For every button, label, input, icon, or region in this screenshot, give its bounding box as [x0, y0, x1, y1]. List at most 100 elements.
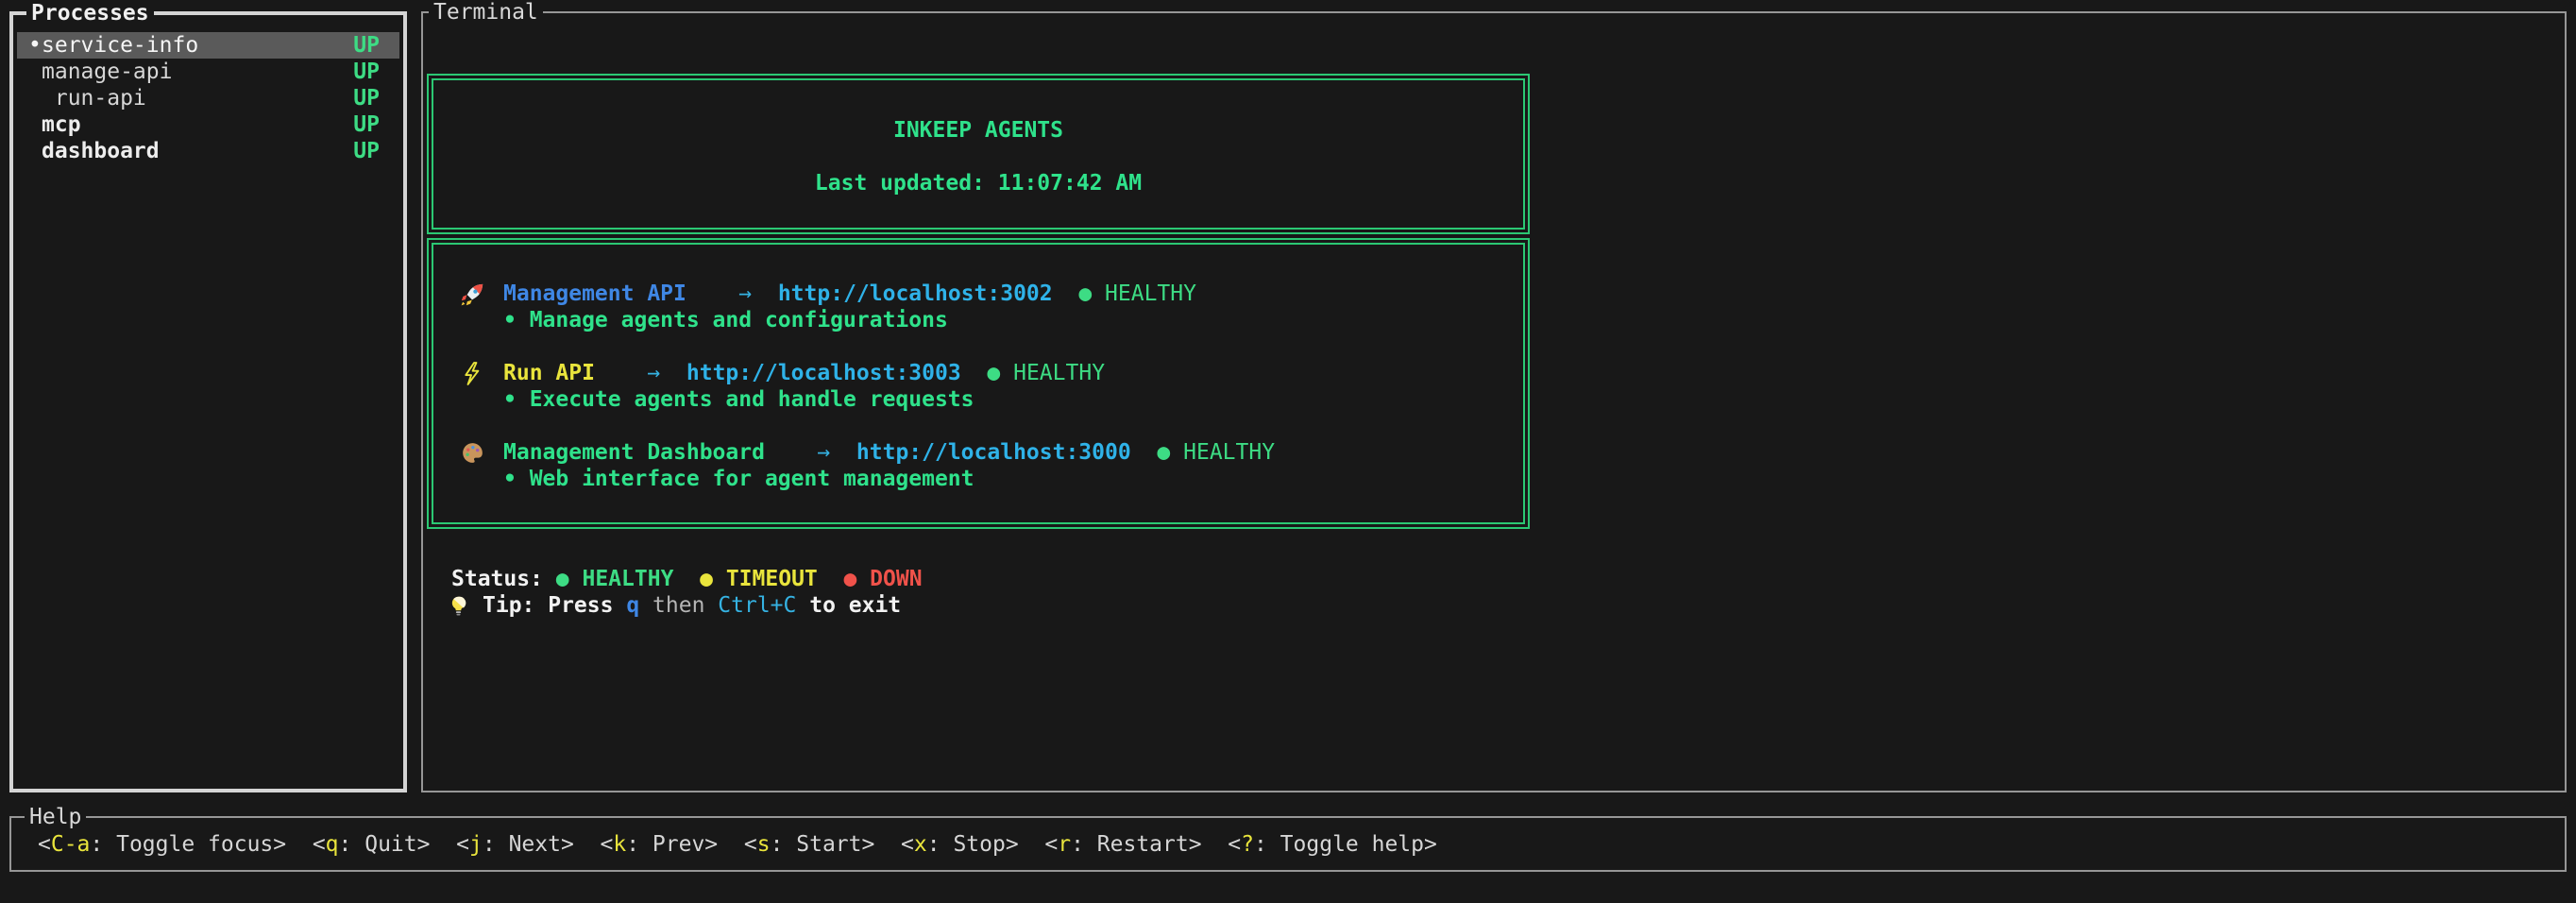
legend-status-label: TIMEOUT — [726, 567, 818, 591]
bracket: < — [38, 832, 51, 857]
process-name: run-api — [42, 85, 353, 111]
help-key-description: : Toggle help> — [1254, 832, 1437, 857]
spacer-line — [433, 413, 1523, 439]
help-key: s — [757, 832, 771, 857]
help-key: C-a — [51, 832, 91, 857]
bracket: < — [718, 832, 757, 857]
help-key: x — [914, 832, 927, 857]
bracket: < — [874, 832, 914, 857]
arrow-icon: → — [738, 281, 752, 307]
help-keybinding: <j: Next> — [430, 831, 573, 858]
processes-panel-title: Processes — [26, 0, 154, 26]
process-selected-marker — [28, 59, 42, 85]
service-health-status: HEALTHY — [1183, 439, 1275, 466]
legend-dot-icon: ● — [843, 567, 870, 591]
tip-line: Tip: Press q then Ctrl+C to exit — [448, 592, 901, 619]
status-legend-label: Status: — [451, 567, 556, 591]
service-description: • Manage agents and configurations — [433, 307, 1523, 333]
process-row[interactable]: run-apiUP — [13, 85, 403, 111]
help-keybinding: <k: Prev> — [574, 831, 718, 858]
spacer — [1131, 439, 1158, 466]
tip-text-segment: q — [626, 592, 639, 619]
legend-status-label: HEALTHY — [582, 567, 673, 591]
process-status-badge: UP — [353, 32, 380, 59]
spacer — [765, 439, 817, 466]
process-selected-marker — [28, 85, 42, 111]
help-key: q — [326, 832, 339, 857]
bracket: < — [1202, 832, 1242, 857]
tip-text-segment: then — [639, 592, 718, 619]
process-row[interactable]: dashboardUP — [13, 138, 403, 164]
help-key: k — [613, 832, 626, 857]
service-line: Run API → http://localhost:3003 ● HEALTH… — [433, 360, 1523, 386]
process-status-badge: UP — [353, 59, 380, 85]
rocket-icon — [460, 281, 488, 307]
tip-text-segment: Ctrl+C — [718, 592, 796, 619]
help-key-description: : Toggle focus> — [90, 832, 286, 857]
help-keybinding: <C-a: Toggle focus> — [38, 831, 286, 858]
service-health-status: HEALTHY — [1105, 281, 1196, 307]
help-key-description: : Start> — [771, 832, 875, 857]
tip-text-segment: to exit — [796, 592, 901, 619]
banner-title: INKEEP AGENTS — [433, 117, 1523, 144]
bracket: < — [574, 832, 614, 857]
bracket: < — [430, 832, 469, 857]
help-keybinding: <r: Restart> — [1019, 831, 1202, 858]
help-key-description: : Prev> — [626, 832, 718, 857]
help-keybinding: <s: Start> — [718, 831, 874, 858]
banner-spacer — [433, 144, 1523, 170]
service-url[interactable]: http://localhost:3002 — [778, 281, 1053, 307]
process-selected-marker: • — [28, 32, 42, 59]
service-url[interactable]: http://localhost:3000 — [856, 439, 1131, 466]
service-name: Run API — [503, 360, 595, 386]
bracket: < — [1019, 832, 1059, 857]
status-legend: Status: ● HEALTHY ● TIMEOUT ● DOWN — [451, 566, 923, 592]
service-description: • Web interface for agent management — [433, 466, 1523, 492]
process-name: service-info — [42, 32, 353, 59]
terminal-panel-title: Terminal — [429, 0, 543, 26]
service-line: Management API → http://localhost:3002 ●… — [433, 281, 1523, 307]
help-key: ? — [1241, 832, 1254, 857]
spacer — [1000, 360, 1013, 386]
service-description: • Execute agents and handle requests — [433, 386, 1523, 413]
legend-dot-icon: ● — [556, 567, 583, 591]
help-keybinding: <?: Toggle help> — [1202, 831, 1437, 858]
zap-icon — [460, 361, 488, 386]
service-health-status: HEALTHY — [1013, 360, 1105, 386]
palette-icon — [460, 440, 488, 466]
process-row[interactable]: mcpUP — [13, 111, 403, 138]
spacer — [1053, 281, 1079, 307]
spacer — [961, 360, 988, 386]
spacer — [673, 567, 700, 591]
process-selected-marker — [28, 138, 42, 164]
help-key-description: : Next> — [483, 832, 574, 857]
bulb-icon — [448, 595, 470, 617]
service-name: Management Dashboard — [503, 439, 765, 466]
banner-last-updated: Last updated: 11:07:42 AM — [433, 170, 1523, 196]
help-key: j — [469, 832, 483, 857]
service-line: Management Dashboard → http://localhost:… — [433, 439, 1523, 466]
process-name: mcp — [42, 111, 353, 138]
process-selected-marker — [28, 111, 42, 138]
process-status-badge: UP — [353, 111, 380, 138]
process-status-badge: UP — [353, 85, 380, 111]
legend-dot-icon: ● — [700, 567, 726, 591]
help-keybinding: <q: Quit> — [286, 831, 430, 858]
process-row[interactable]: manage-apiUP — [13, 59, 403, 85]
process-status-badge: UP — [353, 138, 380, 164]
help-keybindings: <C-a: Toggle focus> <q: Quit> <j: Next> … — [11, 818, 2565, 870]
tip-text-segment: Tip: Press — [483, 592, 626, 619]
arrow-icon: → — [647, 360, 660, 386]
help-panel: Help <C-a: Toggle focus> <q: Quit> <j: N… — [9, 816, 2567, 872]
process-row[interactable]: •service-infoUP — [17, 32, 399, 59]
spacer-line — [433, 333, 1523, 360]
app-screen: Processes •service-infoUP manage-apiUP r… — [0, 0, 2576, 903]
spacer — [1170, 439, 1183, 466]
arrow-icon: → — [817, 439, 830, 466]
service-name: Management API — [503, 281, 686, 307]
health-dot-icon: ● — [987, 360, 1000, 386]
service-url[interactable]: http://localhost:3003 — [686, 360, 961, 386]
banner-box: INKEEP AGENTS Last updated: 11:07:42 AM — [427, 74, 1530, 234]
spacer — [830, 439, 856, 466]
spacer — [752, 281, 778, 307]
